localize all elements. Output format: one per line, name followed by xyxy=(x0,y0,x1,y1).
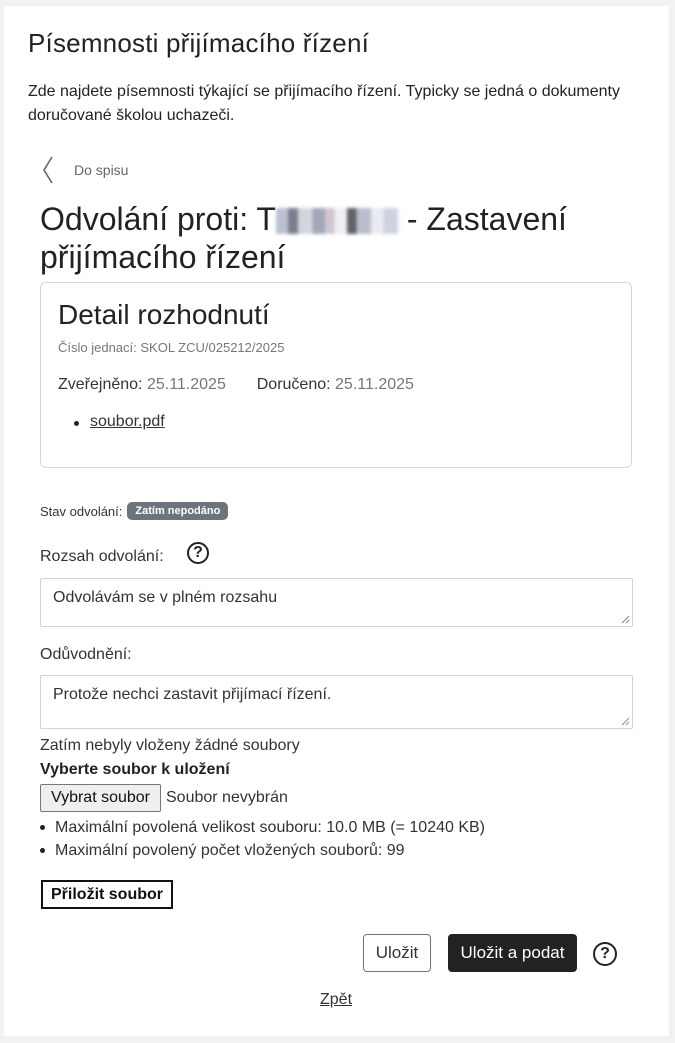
chevron-left-icon xyxy=(43,156,53,184)
status-badge: Zatím nepodáno xyxy=(127,502,229,520)
save-button[interactable]: Uložit xyxy=(363,934,431,972)
delivered-value: 25.11.2025 xyxy=(335,376,414,393)
choose-file-label: Vyberte soubor k uložení xyxy=(40,761,230,778)
back-link[interactable]: Zpět xyxy=(320,991,352,1009)
back-to-file-link[interactable]: Do spisu xyxy=(40,153,128,187)
save-and-submit-button[interactable]: Uložit a podat xyxy=(448,934,577,972)
redacted-name xyxy=(275,208,398,234)
appeal-heading-prefix: Odvolání proti: T xyxy=(40,201,276,237)
reason-textarea[interactable]: Protože nechci zastavit přijímací řízení… xyxy=(40,675,633,729)
page-title: Písemnosti přijímacího řízení xyxy=(28,28,370,58)
appeal-status: Stav odvolání: Zatím nepodáno xyxy=(40,502,229,520)
scope-textarea[interactable]: Odvolávám se v plném rozsahu xyxy=(40,578,633,627)
page-intro: Zde najdete písemnosti týkající se přijí… xyxy=(28,83,620,124)
reason-value: Protože nechci zastavit přijímací řízení… xyxy=(53,686,332,703)
decision-reference: Číslo jednací: SKOL ZCU/025212/2025 xyxy=(58,340,285,355)
resize-handle-icon[interactable] xyxy=(620,614,630,624)
decision-files-list: soubor.pdf xyxy=(58,413,165,431)
question-circle-icon[interactable]: ? xyxy=(593,942,617,966)
decision-detail-card: Detail rozhodnutí Číslo jednací: SKOL ZC… xyxy=(40,282,632,468)
reason-label: Odůvodnění: xyxy=(40,646,132,663)
list-item: Maximální povolený počet vložených soubo… xyxy=(40,839,485,862)
published-label: Zveřejněno: xyxy=(58,376,143,393)
file-link[interactable]: soubor.pdf xyxy=(90,413,165,430)
file-status: Soubor nevybrán xyxy=(166,789,288,806)
status-label: Stav odvolání: xyxy=(40,503,123,519)
question-circle-icon[interactable]: ? xyxy=(187,542,209,564)
list-item: Maximální povolená velikost souboru: 10.… xyxy=(40,816,485,839)
appeal-heading: Odvolání proti: T - Zastavení přijímacíh… xyxy=(40,200,650,276)
delivered-label: Doručeno: xyxy=(256,376,331,393)
no-files-text: Zatím nebyly vloženy žádné soubory xyxy=(40,737,300,754)
upload-limits-list: Maximální povolená velikost souboru: 10.… xyxy=(40,816,485,862)
scope-value: Odvolávám se v plném rozsahu xyxy=(53,589,278,606)
back-to-file-label: Do spisu xyxy=(74,162,129,178)
resize-handle-icon[interactable] xyxy=(620,716,630,726)
choose-file-button[interactable]: Vybrat soubor xyxy=(40,784,161,812)
list-item: soubor.pdf xyxy=(58,413,165,431)
decision-title: Detail rozhodnutí xyxy=(58,299,270,330)
attach-file-button[interactable]: Přiložit soubor xyxy=(41,880,173,909)
page-container: Písemnosti přijímacího řízení Zde najdet… xyxy=(4,6,669,1036)
published-value: 25.11.2025 xyxy=(146,376,226,393)
scope-label: Rozsah odvolání: xyxy=(40,548,164,565)
top-tab xyxy=(254,6,369,12)
decision-dates: Zveřejněno: 25.11.2025 Doručeno: 25.11.2… xyxy=(58,376,414,394)
